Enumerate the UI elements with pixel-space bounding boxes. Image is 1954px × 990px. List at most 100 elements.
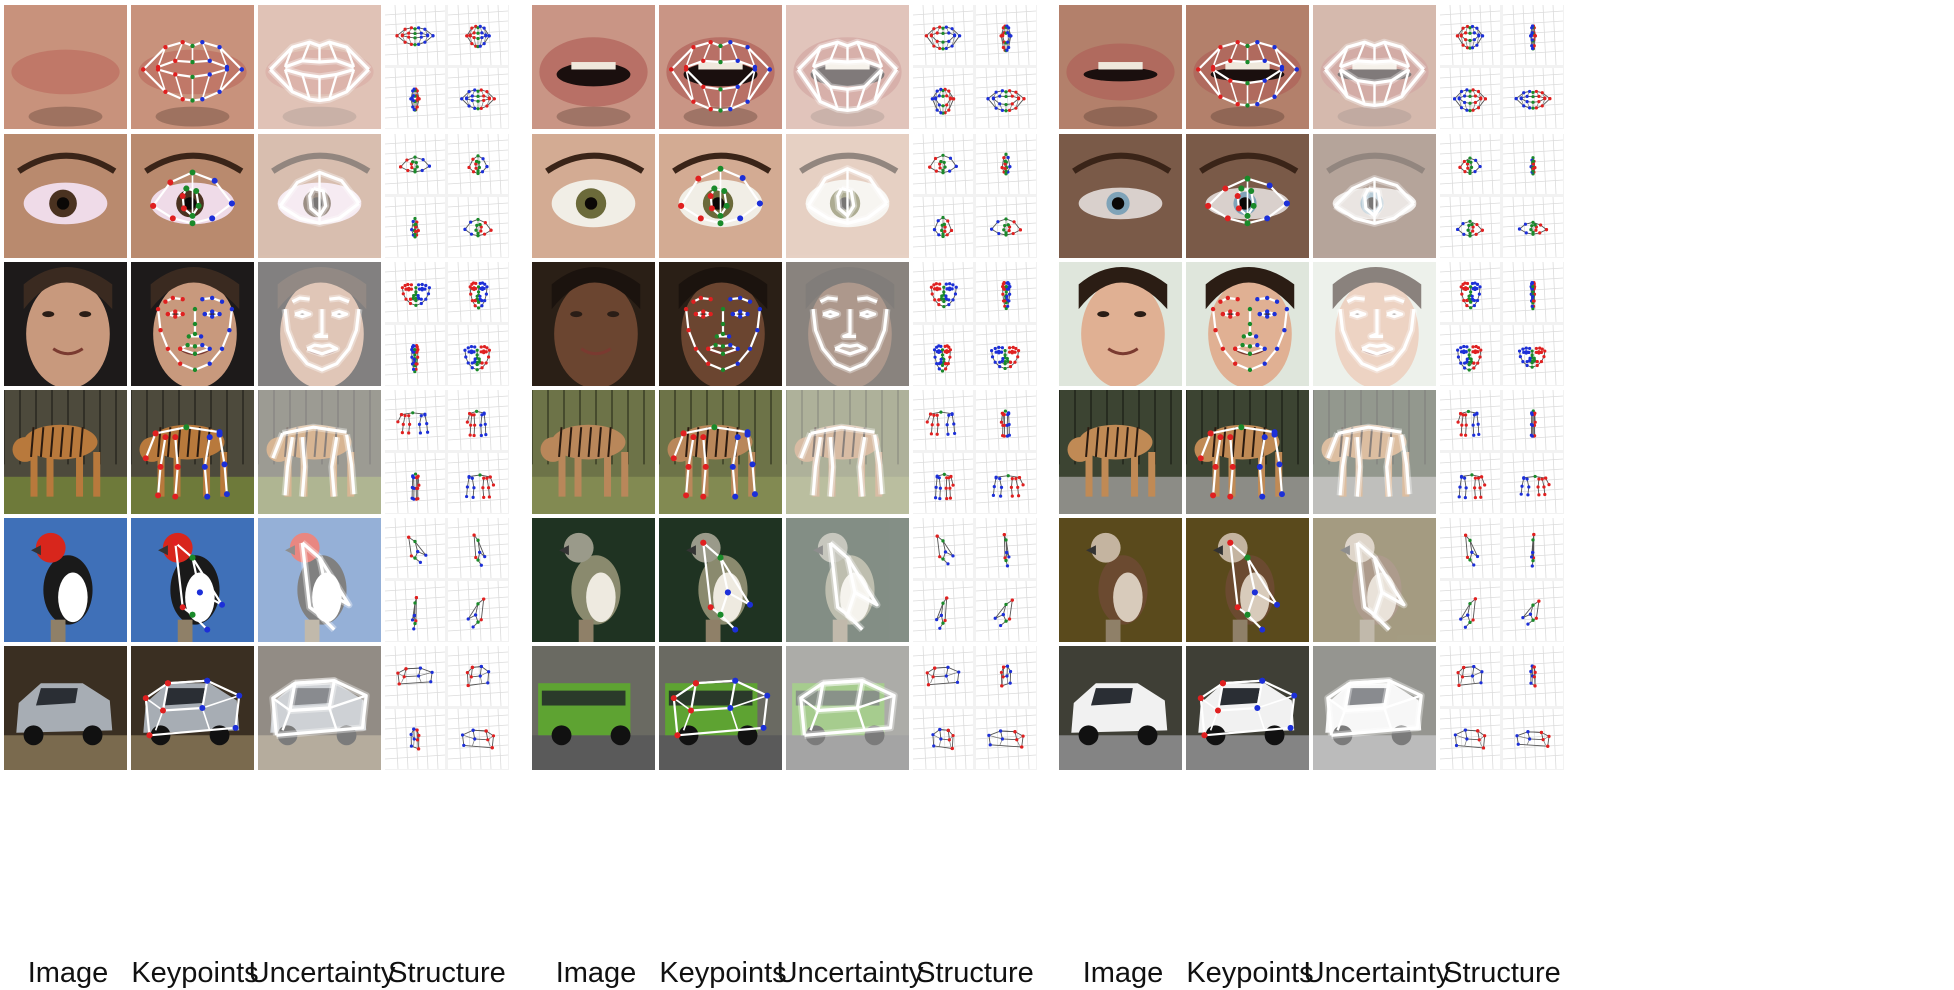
face-structure-tile [913, 262, 1037, 386]
structure-plot [976, 518, 1036, 578]
structure-plot [976, 646, 1036, 706]
structure-plot [448, 134, 508, 194]
tiger-uncertainty-tile [1313, 390, 1436, 514]
structure-plot [385, 5, 445, 65]
car-structure-tile [913, 646, 1037, 770]
face-keypoints-tile [131, 262, 254, 386]
eye-structure-tile [385, 134, 509, 258]
face-uncertainty-tile [1313, 262, 1436, 386]
bird-keypoints-tile [659, 518, 782, 642]
face-structure-tile [1440, 262, 1564, 386]
eye-keypoints-tile [659, 134, 782, 258]
structure-plot [385, 518, 445, 578]
structure-plot [448, 709, 508, 769]
structure-plot [913, 581, 973, 641]
eye-structure-tile [913, 134, 1037, 258]
figure-grid: Image Keypoints Uncertainty Structure Image K… [0, 0, 1954, 990]
structure-plot [1503, 709, 1563, 769]
structure-plot [913, 453, 973, 513]
structure-plot [448, 646, 508, 706]
bird-structure-tile [1440, 518, 1564, 642]
structure-plot [1440, 518, 1500, 578]
structure-plot [1440, 68, 1500, 128]
structure-plot [913, 134, 973, 194]
structure-plot [913, 197, 973, 257]
structure-plot [976, 134, 1036, 194]
mouth-structure-tile [1440, 5, 1564, 129]
tiger-keypoints-tile [1186, 390, 1309, 514]
structure-plot [976, 453, 1036, 513]
structure-plot [1503, 197, 1563, 257]
bird-uncertainty-tile [1313, 518, 1436, 642]
structure-plot [385, 197, 445, 257]
car-structure-tile [1440, 646, 1564, 770]
face-keypoints-tile [1186, 262, 1309, 386]
tiger-image-tile [4, 390, 127, 514]
structure-plot [976, 262, 1036, 322]
structure-plot [976, 581, 1036, 641]
bird-structure-tile [385, 518, 509, 642]
structure-plot [1440, 134, 1500, 194]
structure-plot [385, 646, 445, 706]
mouth-image-tile [532, 5, 655, 129]
tiger-image-tile [532, 390, 655, 514]
structure-plot [913, 5, 973, 65]
mouth-structure-tile [385, 5, 509, 129]
eye-uncertainty-tile [258, 134, 381, 258]
structure-plot [976, 325, 1036, 385]
structure-plot [385, 325, 445, 385]
structure-plot [1503, 325, 1563, 385]
bird-image-tile [532, 518, 655, 642]
tiger-structure-tile [913, 390, 1037, 514]
eye-image-tile [4, 134, 127, 258]
structure-plot [448, 453, 508, 513]
structure-plot [1440, 197, 1500, 257]
face-image-tile [4, 262, 127, 386]
structure-plot [385, 453, 445, 513]
structure-plot [1503, 262, 1563, 322]
face-image-tile [532, 262, 655, 386]
caption-structure: Structure [1443, 957, 1561, 989]
structure-plot [1503, 646, 1563, 706]
structure-plot [913, 518, 973, 578]
tiger-uncertainty-tile [786, 390, 909, 514]
structure-plot [1440, 646, 1500, 706]
eye-structure-tile [1440, 134, 1564, 258]
structure-plot [976, 5, 1036, 65]
caption-structure: Structure [916, 957, 1034, 989]
structure-plot [385, 390, 445, 450]
structure-plot [448, 197, 508, 257]
eye-uncertainty-tile [786, 134, 909, 258]
structure-plot [1440, 709, 1500, 769]
car-keypoints-tile [659, 646, 782, 770]
car-image-tile [532, 646, 655, 770]
structure-plot [1440, 390, 1500, 450]
tiger-uncertainty-tile [258, 390, 381, 514]
car-image-tile [1059, 646, 1182, 770]
structure-plot [448, 390, 508, 450]
face-uncertainty-tile [786, 262, 909, 386]
car-uncertainty-tile [1313, 646, 1436, 770]
car-uncertainty-tile [258, 646, 381, 770]
eye-image-tile [1059, 134, 1182, 258]
car-uncertainty-tile [786, 646, 909, 770]
structure-plot [913, 68, 973, 128]
car-structure-tile [385, 646, 509, 770]
eye-keypoints-tile [131, 134, 254, 258]
tiger-keypoints-tile [131, 390, 254, 514]
mouth-keypoints-tile [131, 5, 254, 129]
structure-plot [1503, 68, 1563, 128]
bird-keypoints-tile [1186, 518, 1309, 642]
eye-keypoints-tile [1186, 134, 1309, 258]
mouth-uncertainty-tile [786, 5, 909, 129]
tiger-structure-tile [385, 390, 509, 514]
structure-plot [913, 646, 973, 706]
mouth-keypoints-tile [1186, 5, 1309, 129]
structure-plot [1503, 518, 1563, 578]
bird-image-tile [1059, 518, 1182, 642]
mouth-keypoints-tile [659, 5, 782, 129]
structure-plot [1503, 390, 1563, 450]
mouth-uncertainty-tile [1313, 5, 1436, 129]
structure-plot [913, 262, 973, 322]
structure-plot [976, 709, 1036, 769]
